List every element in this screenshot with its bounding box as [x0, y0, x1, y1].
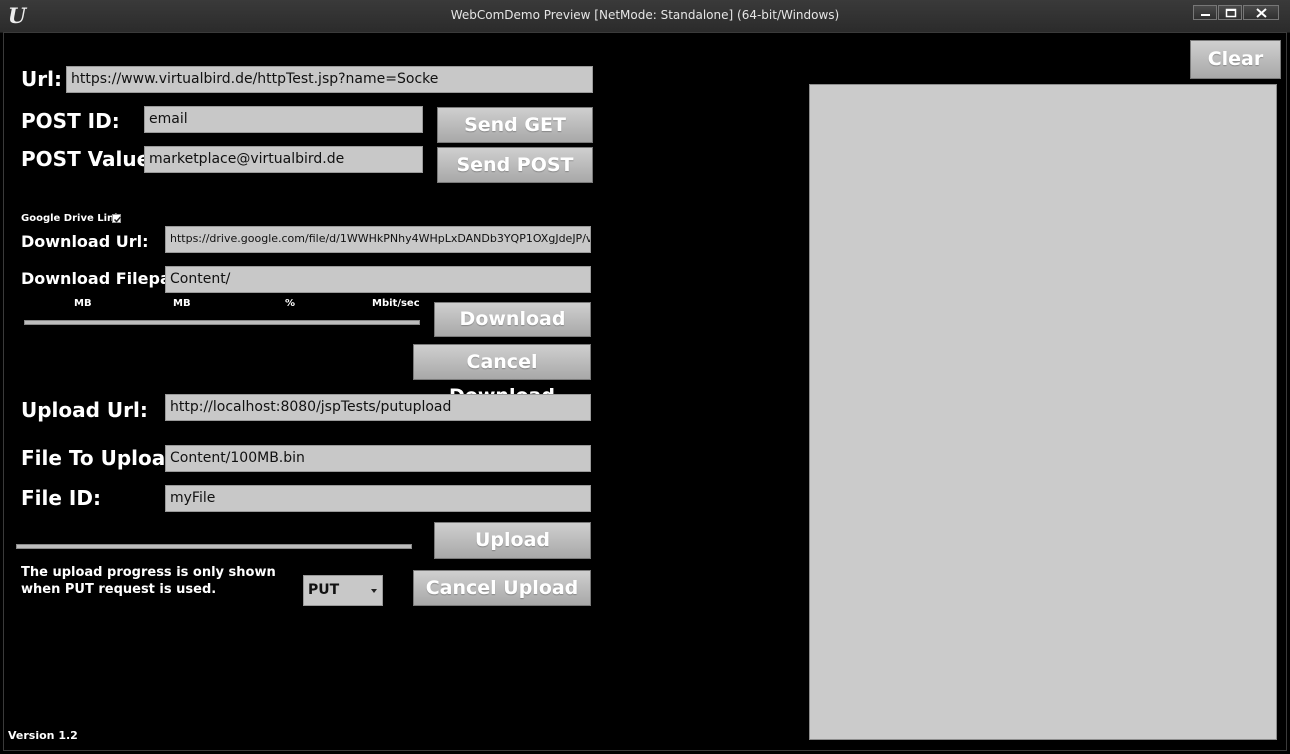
- download-url-label: Download Url:: [21, 232, 149, 251]
- send-get-button[interactable]: Send GET: [437, 107, 593, 143]
- title-bar: U WebComDemo Preview [NetMode: Standalon…: [0, 0, 1290, 33]
- url-label: Url:: [21, 67, 62, 91]
- percent-label: %: [285, 298, 296, 309]
- request-method-value: PUT: [308, 582, 340, 598]
- request-method-select[interactable]: PUT: [303, 575, 383, 606]
- dropdown-arrow-icon: [371, 589, 377, 593]
- version-label: Version 1.2: [8, 729, 78, 742]
- total-mb-label: MB: [173, 298, 191, 309]
- close-icon: [1256, 8, 1267, 18]
- download-url-input[interactable]: https://drive.google.com/file/d/1WWHkPNh…: [165, 226, 591, 253]
- downloaded-mb-label: MB: [74, 298, 92, 309]
- output-panel: [809, 84, 1277, 740]
- download-button[interactable]: Download: [434, 302, 591, 337]
- file-to-upload-input[interactable]: Content/100MB.bin: [165, 445, 591, 472]
- upload-progress-bar: [16, 544, 412, 549]
- minimize-icon: [1201, 14, 1210, 16]
- minimize-button[interactable]: [1193, 5, 1217, 20]
- upload-button[interactable]: Upload: [434, 522, 591, 559]
- upload-note: The upload progress is only shown when P…: [21, 564, 276, 598]
- file-to-upload-label: File To Upload:: [21, 446, 188, 470]
- upload-url-input[interactable]: http://localhost:8080/jspTests/putupload: [165, 394, 591, 421]
- maximize-icon: [1225, 8, 1237, 18]
- post-id-input[interactable]: email: [144, 106, 423, 133]
- post-value-input[interactable]: marketplace@virtualbird.de: [144, 146, 423, 173]
- send-post-button[interactable]: Send POST: [437, 147, 593, 183]
- window-title: WebComDemo Preview [NetMode: Standalone]…: [450, 8, 840, 22]
- upload-note-line-1: The upload progress is only shown: [21, 565, 276, 580]
- google-drive-checkbox[interactable]: [112, 214, 122, 223]
- file-id-label: File ID:: [21, 486, 101, 510]
- cancel-download-button[interactable]: Cancel Download: [413, 344, 591, 407]
- close-button[interactable]: [1243, 5, 1279, 20]
- post-id-label: POST ID:: [21, 109, 120, 133]
- download-progress-bar: [24, 320, 420, 325]
- file-id-input[interactable]: myFile: [165, 485, 591, 512]
- post-value-label: POST Value:: [21, 147, 159, 171]
- upload-note-line-2: when PUT request is used.: [21, 582, 217, 597]
- maximize-button[interactable]: [1218, 5, 1242, 20]
- clear-button[interactable]: Clear: [1190, 40, 1281, 79]
- download-filepath-input[interactable]: Content/: [165, 266, 591, 293]
- speed-label: Mbit/sec: [372, 298, 420, 309]
- google-drive-label: Google Drive Link: [21, 213, 121, 224]
- checkmark-icon: [113, 216, 122, 223]
- cancel-upload-button[interactable]: Cancel Upload: [413, 570, 591, 606]
- url-input[interactable]: https://www.virtualbird.de/httpTest.jsp?…: [66, 66, 593, 93]
- upload-url-label: Upload Url:: [21, 398, 148, 422]
